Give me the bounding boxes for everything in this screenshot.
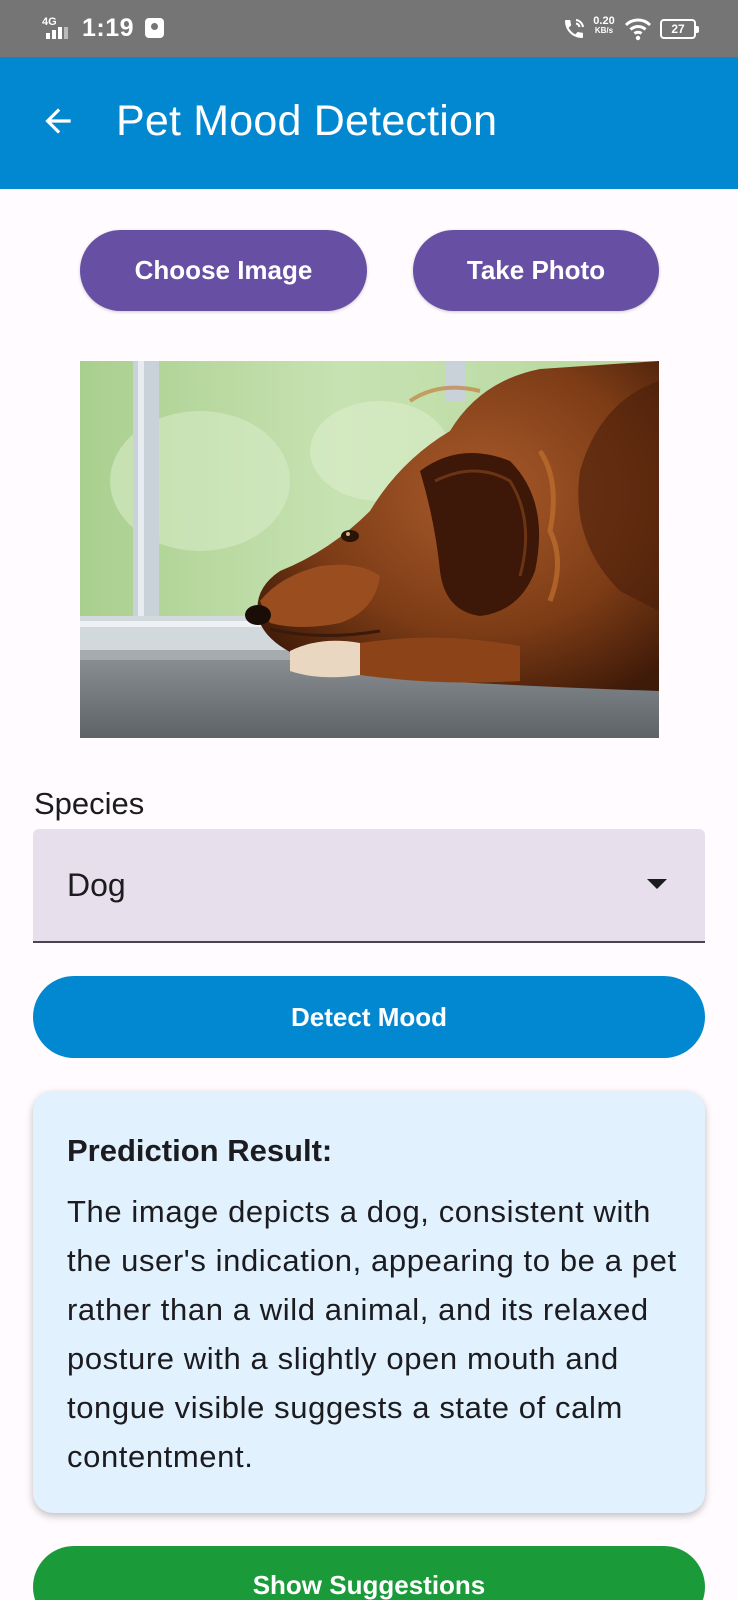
network-speed: 0.20 KB/s xyxy=(590,16,618,36)
status-time: 1:19 xyxy=(82,14,135,42)
notification-icon xyxy=(145,18,164,38)
battery-icon: 27 xyxy=(660,19,699,39)
status-bar: 4G 1:19 0.20 KB/s 27 xyxy=(0,0,738,57)
detect-mood-button[interactable]: Detect Mood xyxy=(33,976,705,1058)
result-text: The image depicts a dog, consistent with… xyxy=(67,1194,677,1474)
signal-icon: 4G xyxy=(42,16,74,43)
arrow-left-icon xyxy=(45,108,71,134)
result-title: Prediction Result: xyxy=(67,1133,333,1168)
dropdown-arrow-icon xyxy=(647,879,667,889)
species-dropdown[interactable]: Dog xyxy=(33,829,705,943)
show-suggestions-button[interactable]: Show Suggestions xyxy=(33,1546,705,1600)
wifi-calling-icon xyxy=(565,19,584,38)
result-card: Prediction Result: The image depicts a d… xyxy=(33,1091,705,1513)
battery-level: 27 xyxy=(671,22,685,36)
species-label: Species xyxy=(34,786,145,821)
speed-value: 0.20 xyxy=(593,15,615,27)
app-bar: Pet Mood Detection xyxy=(0,57,738,189)
page-title: Pet Mood Detection xyxy=(116,97,498,145)
species-selected-value: Dog xyxy=(67,867,126,903)
back-button[interactable] xyxy=(30,93,86,149)
take-photo-button[interactable]: Take Photo xyxy=(413,230,659,311)
network-type: 4G xyxy=(42,16,57,28)
wifi-icon xyxy=(624,18,652,41)
speed-unit: KB/s xyxy=(594,26,614,35)
dog-photo xyxy=(80,361,659,738)
choose-image-button[interactable]: Choose Image xyxy=(80,230,367,311)
